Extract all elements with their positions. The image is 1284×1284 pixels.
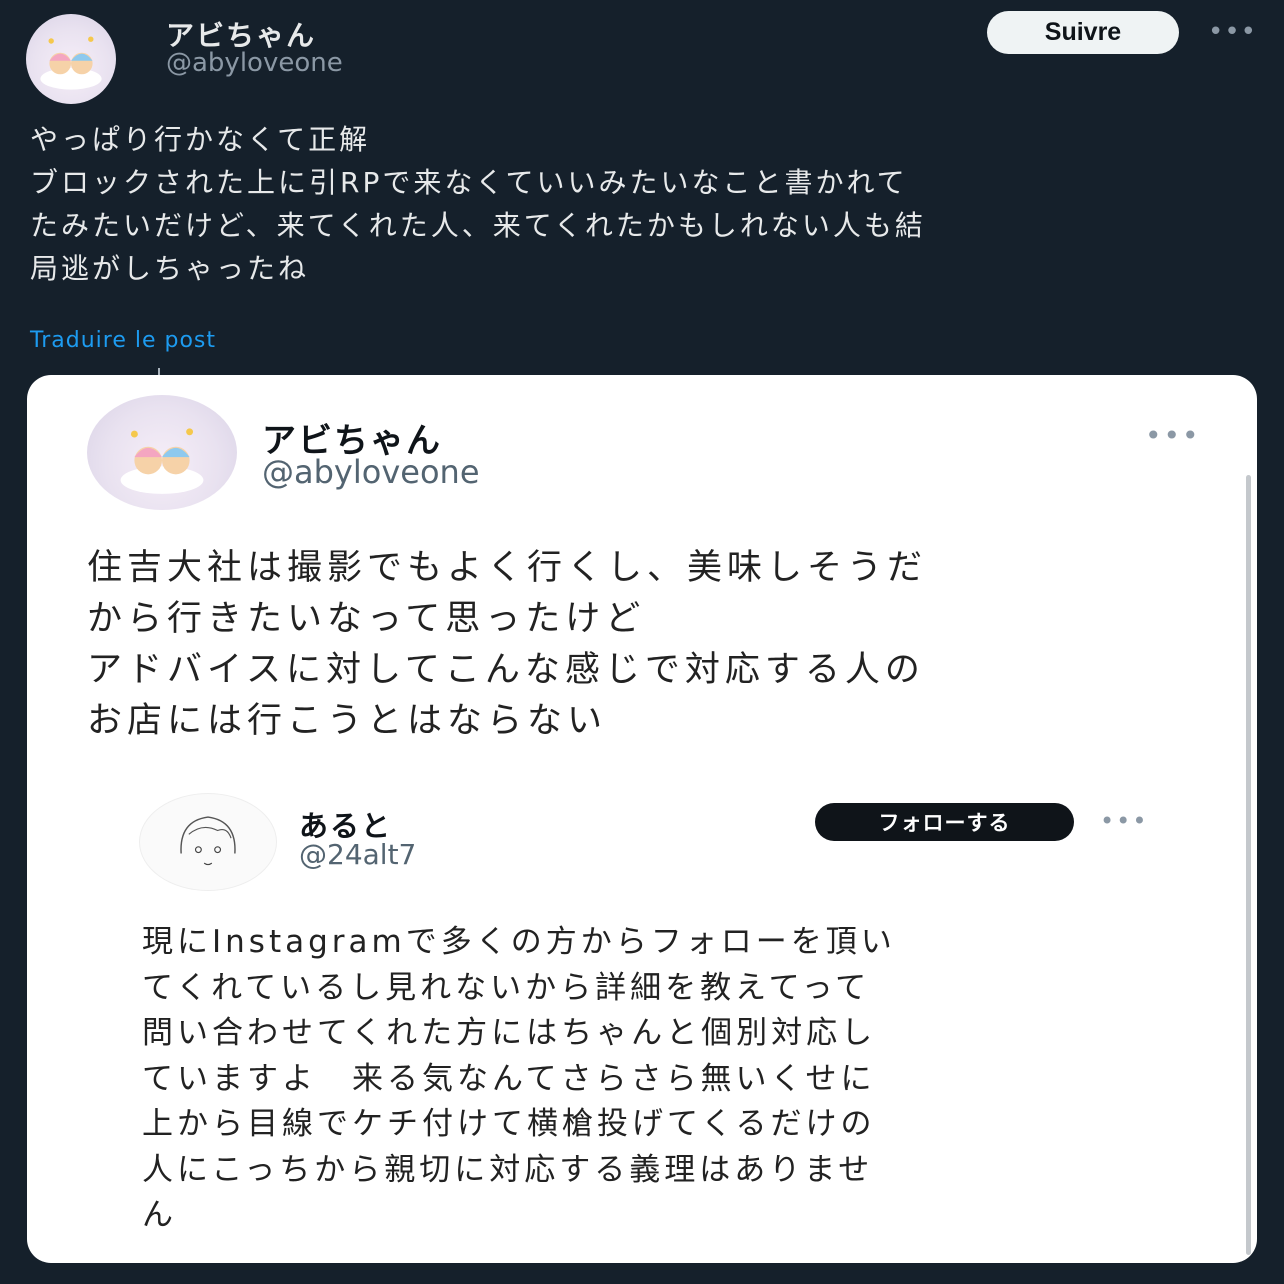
reply-follow-button: フォローする (815, 803, 1074, 841)
translate-post-link[interactable]: Traduire le post (30, 328, 216, 353)
avatar-illustration (40, 36, 102, 90)
quoted-text-line: から行きたいなって思ったけど (87, 599, 646, 639)
quoted-author-avatar (87, 395, 237, 510)
reply-text-line: 人にこっちから親切に対応する義理はありませ (142, 1151, 874, 1188)
reply-text-line: ていますよ 来る気なんてさらさら無いくせに (142, 1060, 876, 1097)
quoted-author-handle: @abyloveone (262, 453, 480, 491)
follow-button[interactable]: Suivre (987, 11, 1179, 54)
quoted-post-text: 住吉大社は撮影でもよく行くし、美味しそうだ から行きたいなって思ったけど アドバ… (87, 543, 1227, 747)
reply-text-line: 上から目線でケチ付けて横槍投げてくるだけの (142, 1106, 876, 1142)
reply-more-icon: ••• (1100, 807, 1149, 835)
reply-text-line: ん (142, 1197, 177, 1233)
post-text-line: ブロックされた上に引RPで来なくていいみたいなこと書かれて (30, 166, 908, 199)
post-text-line: たみたいだけど、来てくれた人、来てくれたかもしれない人も結 (30, 209, 926, 242)
author-avatar[interactable] (26, 14, 116, 104)
quoted-text-line: アドバイスに対してこんな感じで対応する人の (87, 650, 925, 690)
quoted-more-icon: ••• (1145, 419, 1201, 452)
post-text: やっぱり行かなくて正解 ブロックされた上に引RPで来なくていいみたいなこと書かれ… (30, 118, 1260, 290)
more-options-icon[interactable]: ••• (1208, 18, 1256, 46)
reply-text-line: てくれているし見れないから詳細を教えてって (142, 969, 871, 1006)
author-handle[interactable]: @abyloveone (166, 48, 343, 78)
scrollbar[interactable] (1246, 475, 1251, 1255)
avatar-illustration (120, 428, 204, 494)
embedded-screenshot-card[interactable]: アビちゃん @abyloveone ••• 住吉大社は撮影でもよく行くし、美味し… (27, 375, 1257, 1263)
post-text-line: 局逃がしちゃったね (30, 252, 310, 285)
quoted-text-line: お店には行こうとはならない (87, 701, 608, 741)
reply-author-handle: @24alt7 (299, 838, 417, 871)
reply-post-text: 現にInstagramで多くの方からフォローを頂い てくれているし見れないから詳… (142, 920, 1202, 1239)
reply-text-line: 問い合わせてくれた方にはちゃんと個別対応し (142, 1015, 877, 1051)
reply-text-line: 現にInstagramで多くの方からフォローを頂い (142, 924, 896, 960)
post-text-line: やっぱり行かなくて正解 (30, 123, 371, 156)
reply-author-avatar (139, 793, 277, 891)
quoted-text-line: 住吉大社は撮影でもよく行くし、美味しそうだ (87, 548, 928, 588)
sketch-face-illustration (180, 816, 236, 866)
